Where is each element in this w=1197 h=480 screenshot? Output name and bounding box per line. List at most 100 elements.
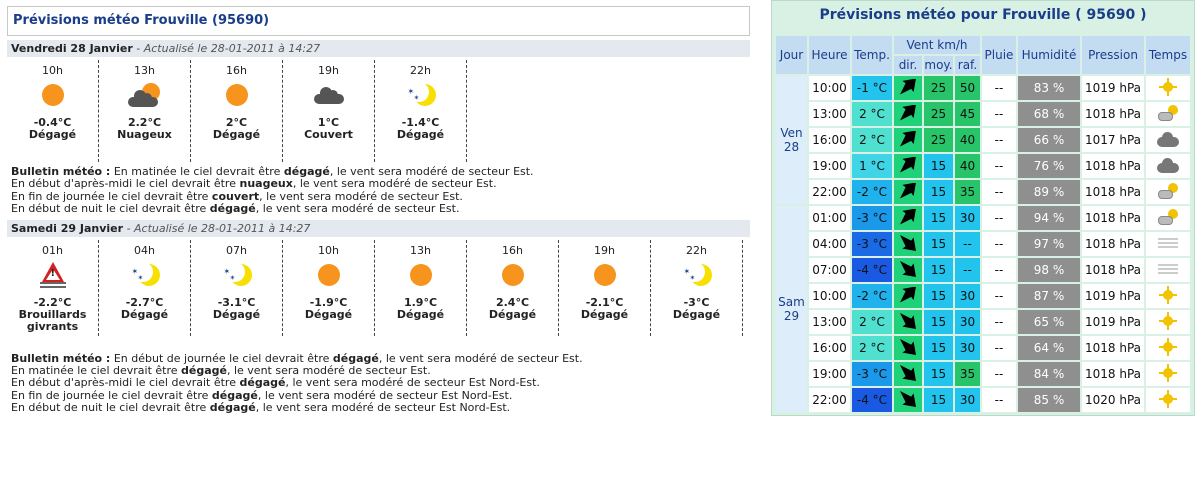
temperature: -3.1°C <box>217 295 256 309</box>
humidity-cell: 84 % <box>1018 362 1080 386</box>
fog-icon <box>1158 237 1178 253</box>
humidity-cell: 66 % <box>1018 128 1080 152</box>
hour-cell: 04:00 <box>809 232 850 256</box>
sun-icon <box>375 258 466 292</box>
temp-cell: -2 °C <box>852 284 892 308</box>
forecast-detail-panel: Prévisions météo Frouville (95690) Vendr… <box>7 6 750 415</box>
humidity-cell: 83 % <box>1018 76 1080 100</box>
wind-gust-cell: 30 <box>955 310 980 334</box>
forecast-table-panel: Prévisions météo pour Frouville ( 95690 … <box>771 0 1195 416</box>
rain-cell: -- <box>982 258 1016 282</box>
sun-icon <box>1159 363 1177 385</box>
wind-direction-cell <box>894 284 922 308</box>
hour-label: 07h <box>226 243 247 257</box>
temp-cell: 1 °C <box>852 154 892 178</box>
weather-cell <box>1146 154 1190 178</box>
condition: Dégagé <box>488 307 537 321</box>
condition: Dégagé <box>396 307 445 321</box>
sky-state: dégagé <box>332 351 379 365</box>
hour-label: 16h <box>226 64 247 77</box>
condition: Dégagé <box>120 307 169 321</box>
col-header-heure: Heure <box>809 36 850 74</box>
table-row: 16:00 2 °C 15 30 -- 64 % 1018 hPa <box>776 336 1190 360</box>
humidity-cell: 87 % <box>1018 284 1080 308</box>
hour-label: 22h <box>686 243 707 257</box>
wind-direction-cell <box>894 388 922 412</box>
humidity-cell: 97 % <box>1018 232 1080 256</box>
page-title: Prévisions météo Frouville (95690) <box>7 6 750 36</box>
hour-cell: 13h 1.9°C Dégagé <box>375 239 467 336</box>
table-title: Prévisions météo pour Frouville ( 95690 … <box>819 7 1147 23</box>
wind-avg-cell: 25 <box>924 128 953 152</box>
table-row: 13:00 2 °C 25 45 -- 68 % 1018 hPa <box>776 102 1190 126</box>
wind-gust-cell: 40 <box>955 128 980 152</box>
updated-text: - Actualisé le 28-01-2011 à 14:27 <box>126 221 311 235</box>
table-row: 10:00 -2 °C 15 30 -- 87 % 1019 hPa <box>776 284 1190 308</box>
humidity-cell: 65 % <box>1018 310 1080 334</box>
pressure-cell: 1018 hPa <box>1082 258 1144 282</box>
wind-gust-cell: 30 <box>955 206 980 230</box>
wind-direction-cell <box>894 310 922 334</box>
wind-gust-cell: -- <box>955 232 980 256</box>
hour-label: 13h <box>410 243 431 257</box>
weather-cell <box>1146 128 1190 152</box>
updated-text: - Actualisé le 28-01-2011 à 14:27 <box>136 42 321 55</box>
moon-icon: ✶ ✶ <box>375 78 466 112</box>
hour-label: 04h <box>134 243 155 257</box>
sun-icon <box>7 78 98 112</box>
wind-avg-cell: 15 <box>924 154 953 178</box>
bulletin-line: En début de nuit le ciel devrait être dé… <box>11 401 511 415</box>
wind-avg-cell: 25 <box>924 76 953 100</box>
sky-state: dégagé <box>239 376 286 390</box>
temp-cell: -2 °C <box>852 180 892 204</box>
weather-cell <box>1146 180 1190 204</box>
wind-direction-cell <box>894 258 922 282</box>
pressure-cell: 1019 hPa <box>1082 310 1144 334</box>
humidity-cell: 94 % <box>1018 206 1080 230</box>
wind-direction-cell <box>894 76 922 100</box>
temperature: -2.1°C <box>585 295 624 309</box>
temp-cell: -4 °C <box>852 258 892 282</box>
rain-cell: -- <box>982 128 1016 152</box>
temperature: -1.9°C <box>309 295 348 309</box>
wind-direction-cell <box>894 128 922 152</box>
wind-direction-cell <box>894 154 922 178</box>
col-header-dir: dir. <box>894 56 922 74</box>
condition: Couvert <box>304 128 353 141</box>
temp-cell: 2 °C <box>852 310 892 334</box>
col-header-pression: Pression <box>1082 36 1144 74</box>
sky-state: dégagé <box>209 401 256 415</box>
sun-icon <box>467 258 558 292</box>
wind-direction-cell <box>894 232 922 256</box>
wind-avg-cell: 15 <box>924 310 953 334</box>
rain-cell: -- <box>982 154 1016 178</box>
col-header-moy: moy. <box>924 56 953 74</box>
sun-icon <box>559 258 650 292</box>
pressure-cell: 1018 hPa <box>1082 154 1144 178</box>
sky-state: dégagé <box>283 165 330 178</box>
table-row: 22:00 -2 °C 15 35 -- 89 % 1018 hPa <box>776 180 1190 204</box>
temperature: -2.7°C <box>125 295 164 309</box>
wind-direction-cell <box>894 206 922 230</box>
wind-arrow-icon <box>900 78 916 95</box>
wind-arrow-icon <box>900 391 916 407</box>
rain-cell: -- <box>982 310 1016 334</box>
day-name: Vendredi 28 Janvier <box>11 42 133 55</box>
temp-cell: -3 °C <box>852 362 892 386</box>
cloud-icon <box>1157 157 1179 176</box>
condition: Nuageux <box>117 128 172 141</box>
sky-state: dégagé <box>181 364 227 378</box>
rain-cell: -- <box>982 102 1016 126</box>
weather-cell <box>1146 258 1190 282</box>
day-header: Vendredi 28 Janvier - Actualisé le 28-01… <box>7 40 750 57</box>
rain-cell: -- <box>982 206 1016 230</box>
partly-cloudy-icon <box>1158 104 1178 124</box>
moon-icon: ✶ ✶ <box>651 258 742 292</box>
rain-cell: -- <box>982 336 1016 360</box>
pressure-cell: 1019 hPa <box>1082 284 1144 308</box>
hour-label: 19h <box>594 243 615 257</box>
hour-label: 10h <box>42 64 63 77</box>
col-header-raf: raf. <box>955 56 980 74</box>
hour-cell: 10:00 <box>809 284 850 308</box>
wind-gust-cell: 35 <box>955 180 980 204</box>
